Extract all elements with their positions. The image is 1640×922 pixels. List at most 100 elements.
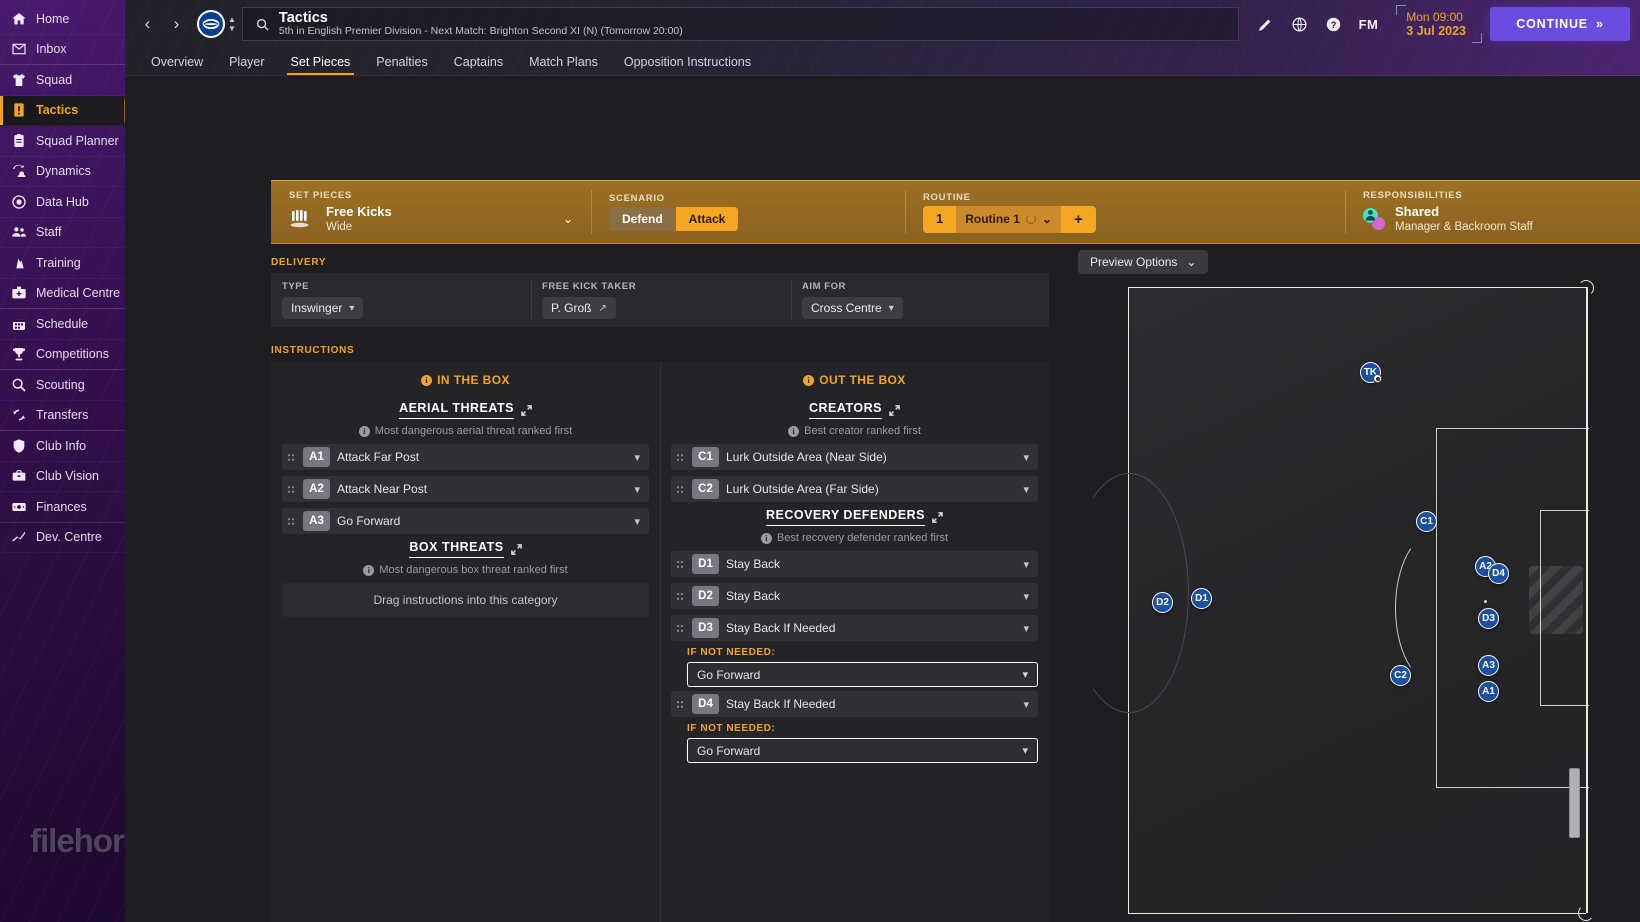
tab-player[interactable]: Player	[216, 55, 277, 75]
sidebar-item-dev-centre[interactable]: Dev. Centre	[0, 523, 125, 553]
responsibilities-selector[interactable]: RESPONSIBILITIES Shared Manager & Backro…	[1345, 181, 1640, 243]
drag-handle-icon[interactable]	[671, 559, 685, 569]
instruction-row[interactable]: A3 Go Forward ▾	[282, 508, 649, 534]
free-kick-wall-icon	[289, 208, 315, 230]
drag-handle-icon[interactable]	[282, 516, 296, 526]
transfers-icon	[10, 407, 27, 424]
sidebar-item-label: Club Vision	[36, 469, 100, 484]
chevron-down-icon[interactable]: ▾	[1023, 558, 1029, 571]
drag-handle-icon[interactable]	[282, 484, 296, 494]
help-icon[interactable]: ?	[1317, 7, 1351, 41]
back-button[interactable]: ‹	[133, 7, 162, 41]
sidebar-item-squad-planner[interactable]: Squad Planner	[0, 126, 125, 157]
chevron-down-icon[interactable]: ▾	[634, 451, 640, 464]
pitch-preview[interactable]: TK C1 D1 D2 A2 D4 D3 C2 A3 A1	[1069, 280, 1594, 921]
scenario-option-defend[interactable]: Defend	[609, 207, 676, 231]
sidebar-item-transfers[interactable]: Transfers	[0, 401, 125, 431]
instruction-tag: D4	[692, 694, 719, 714]
chevron-down-icon[interactable]: ▾	[634, 515, 640, 528]
crest-switcher[interactable]: ▲ ▼	[228, 15, 236, 32]
preview-options-button[interactable]: Preview Options ⌄	[1078, 250, 1209, 274]
tab-penalties[interactable]: Penalties	[363, 55, 440, 75]
sidebar-item-club-info[interactable]: Club Info	[0, 431, 125, 462]
globe-icon[interactable]	[1283, 7, 1317, 41]
instruction-row[interactable]: D1 Stay Back ▾	[671, 551, 1038, 577]
pitch-marker-c1[interactable]: C1	[1416, 511, 1437, 532]
instruction-row[interactable]: A1 Attack Far Post ▾	[282, 444, 649, 470]
sidebar-item-finances[interactable]: Finances	[0, 492, 125, 523]
sidebar-item-schedule[interactable]: Schedule	[0, 309, 125, 340]
field-value-button[interactable]: Cross Centre ▾	[802, 297, 903, 319]
club-crest[interactable]	[197, 10, 225, 38]
scenario-option-attack[interactable]: Attack	[675, 207, 739, 231]
expand-icon[interactable]	[889, 404, 900, 416]
pitch-marker-d2[interactable]: D2	[1152, 592, 1173, 613]
expand-icon[interactable]	[510, 543, 522, 555]
chevron-down-icon[interactable]: ▾	[1023, 590, 1029, 603]
expand-icon[interactable]	[932, 511, 943, 523]
forward-button[interactable]: ›	[162, 7, 191, 41]
pitch-marker-d3[interactable]: D3	[1478, 608, 1499, 629]
drag-handle-icon[interactable]	[671, 452, 685, 462]
address-bar[interactable]: Tactics 5th in English Premier Division …	[241, 7, 1239, 41]
sidebar-item-label: Squad	[36, 72, 73, 87]
chevron-down-icon[interactable]: ⌄	[563, 212, 573, 226]
tab-captains[interactable]: Captains	[441, 55, 516, 75]
sidebar-item-scouting[interactable]: Scouting	[0, 370, 125, 401]
pitch-marker-a3[interactable]: A3	[1478, 655, 1499, 676]
sidebar-item-competitions[interactable]: Competitions	[0, 340, 125, 370]
if-not-needed-dropdown[interactable]: Go Forward ▾	[687, 738, 1038, 763]
instruction-row[interactable]: A2 Attack Near Post ▾	[282, 476, 649, 502]
drag-handle-icon[interactable]	[671, 591, 685, 601]
continue-button[interactable]: CONTINUE »	[1490, 7, 1630, 41]
if-not-needed-dropdown[interactable]: Go Forward ▾	[687, 662, 1038, 687]
drop-zone[interactable]: Drag instructions into this category	[282, 583, 649, 617]
sidebar-item-data-hub[interactable]: Data Hub	[0, 187, 125, 218]
drag-handle-icon[interactable]	[282, 452, 296, 462]
add-routine-button[interactable]: +	[1060, 205, 1096, 233]
tab-overview[interactable]: Overview	[138, 55, 216, 75]
sidebar-item-inbox[interactable]: Inbox	[0, 35, 125, 65]
instruction-row[interactable]: C2 Lurk Outside Area (Far Side) ▾	[671, 476, 1038, 502]
pitch-marker-d1[interactable]: D1	[1191, 588, 1212, 609]
instruction-text: Go Forward	[337, 514, 401, 528]
field-value-button[interactable]: P. Groß ↗	[542, 297, 616, 319]
chevron-down-icon[interactable]: ▾	[634, 483, 640, 496]
routine-number[interactable]: 1	[923, 205, 957, 233]
preview-options-label: Preview Options	[1090, 255, 1178, 269]
fm-logo[interactable]: FM	[1351, 17, 1387, 32]
sidebar-item-home[interactable]: Home	[0, 4, 125, 35]
expand-icon[interactable]	[521, 404, 532, 416]
scenario-toggle[interactable]: Defend Attack	[609, 207, 739, 231]
drag-handle-icon[interactable]	[671, 484, 685, 494]
field-value-button[interactable]: Inswinger ▾	[282, 297, 364, 319]
pitch-marker-a1[interactable]: A1	[1478, 681, 1499, 702]
chevron-down-icon[interactable]: ▾	[1023, 483, 1029, 496]
tab-match-plans[interactable]: Match Plans	[516, 55, 611, 75]
instruction-row[interactable]: D3 Stay Back If Needed ▾	[671, 615, 1038, 641]
instruction-row[interactable]: D2 Stay Back ▾	[671, 583, 1038, 609]
info-icon: i	[358, 425, 370, 437]
sidebar-item-club-vision[interactable]: Club Vision	[0, 462, 125, 492]
sidebar-item-dynamics[interactable]: Dynamics	[0, 157, 125, 187]
drag-handle-icon[interactable]	[671, 699, 685, 709]
sidebar-item-staff[interactable]: Staff	[0, 218, 125, 248]
sidebar-item-medical-centre[interactable]: Medical Centre	[0, 279, 125, 309]
routine-name-dropdown[interactable]: Routine 1 ⌄	[956, 205, 1061, 233]
chevron-down-icon[interactable]: ▾	[1023, 698, 1029, 711]
pitch-marker-c2[interactable]: C2	[1390, 665, 1411, 686]
pitch-marker-d4[interactable]: D4	[1488, 563, 1509, 584]
chevron-down-icon[interactable]: ▾	[1023, 451, 1029, 464]
set-pieces-selector[interactable]: SET PIECES Free Kicks Wide ⌄	[271, 181, 591, 243]
tab-set-pieces[interactable]: Set Pieces	[278, 55, 364, 75]
pencil-icon[interactable]	[1249, 7, 1283, 41]
sidebar-item-tactics[interactable]: Tactics	[0, 95, 125, 126]
pitch-scrollbar[interactable]	[1569, 768, 1580, 838]
sidebar-item-training[interactable]: Training	[0, 248, 125, 279]
chevron-down-icon[interactable]: ▾	[1023, 622, 1029, 635]
tab-opposition-instructions[interactable]: Opposition Instructions	[611, 55, 764, 75]
instruction-row[interactable]: C1 Lurk Outside Area (Near Side) ▾	[671, 444, 1038, 470]
sidebar-item-squad[interactable]: Squad	[0, 65, 125, 96]
instruction-row[interactable]: D4 Stay Back If Needed ▾	[671, 691, 1038, 717]
drag-handle-icon[interactable]	[671, 623, 685, 633]
